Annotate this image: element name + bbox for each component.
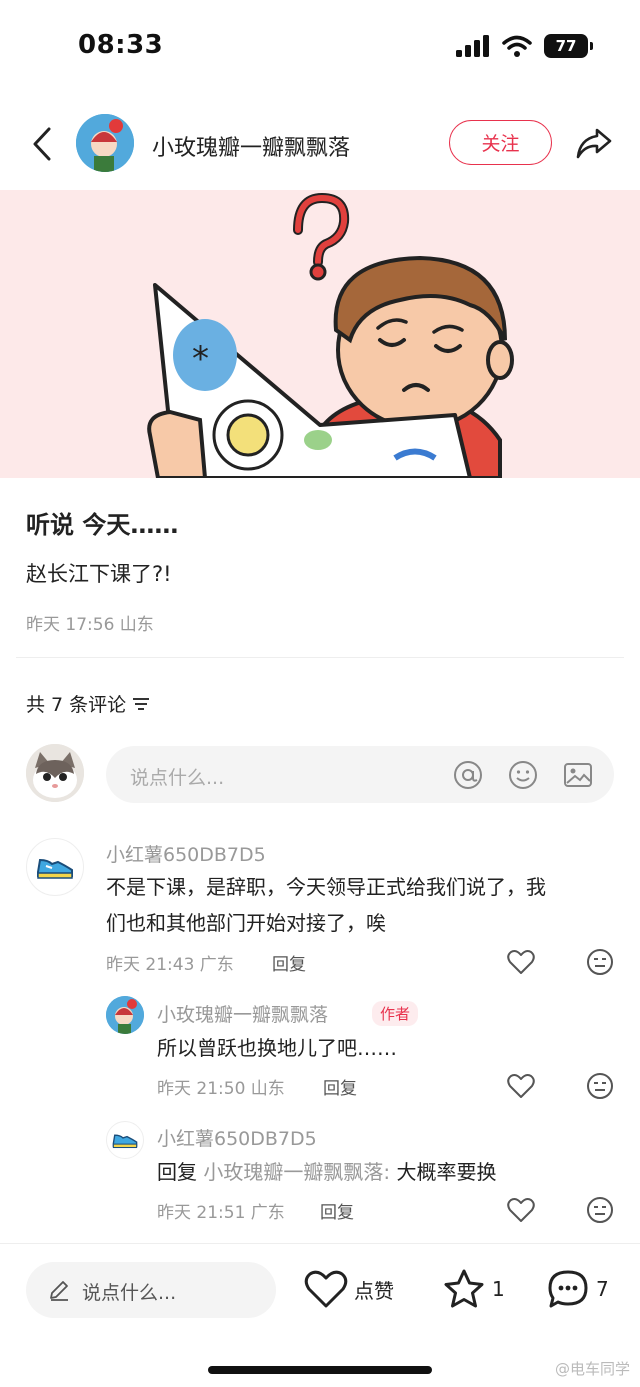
author-reply-avatar[interactable]	[106, 996, 144, 1034]
image-icon[interactable]	[563, 760, 593, 790]
comment-meta: 昨天 21:51 广东	[157, 1203, 285, 1223]
watermark: @电车同学	[554, 1360, 630, 1378]
star-icon	[444, 1269, 484, 1308]
commenter-avatar[interactable]	[106, 1121, 144, 1159]
star-count: 1	[492, 1277, 505, 1301]
status-bar: 08:33 77	[0, 0, 640, 96]
post-header: 小玫瑰瓣一瓣飘飘落 关注	[0, 108, 640, 180]
reply-prefix: 回复	[157, 1160, 197, 1184]
heart-icon[interactable]	[505, 1194, 537, 1226]
author-name[interactable]: 小玫瑰瓣一瓣飘飘落	[152, 130, 350, 162]
divider	[16, 657, 624, 658]
author-badge: 作者	[372, 1001, 419, 1026]
follow-button[interactable]: 关注	[449, 120, 552, 165]
comment-meta: 昨天 21:50 山东	[157, 1079, 285, 1099]
share-icon	[576, 128, 612, 159]
commenter-avatar[interactable]	[26, 838, 84, 896]
bottom-comment-input[interactable]: 说点什么...	[26, 1262, 276, 1318]
comment-text-line: 们也和其他部门开始对接了，唉	[106, 911, 386, 935]
share-button[interactable]	[572, 122, 616, 166]
dislike-face-icon[interactable]	[584, 1194, 616, 1226]
comment-input-placeholder: 说点什么...	[130, 767, 225, 789]
comment-meta: 昨天 21:43 广东	[106, 955, 234, 975]
reply-button[interactable]: 回复	[323, 1074, 357, 1099]
sort-icon	[133, 697, 150, 710]
dislike-face-icon[interactable]	[584, 946, 616, 978]
sneaker-icon	[37, 858, 73, 879]
svg-text:*: *	[192, 339, 209, 379]
comment-button[interactable]: 7	[546, 1266, 609, 1312]
avatar-image	[76, 114, 134, 172]
comment-bubble-icon	[548, 1270, 588, 1308]
heart-icon[interactable]	[505, 1070, 537, 1102]
like-label: 点赞	[354, 1278, 394, 1303]
comment-username[interactable]: 小红薯650DB7D5	[157, 1124, 317, 1151]
comment-count: 7	[596, 1277, 609, 1301]
chevron-left-icon	[33, 127, 51, 161]
reply-button[interactable]: 回复	[272, 950, 306, 975]
home-indicator[interactable]	[208, 1366, 432, 1374]
back-button[interactable]	[24, 122, 60, 166]
comments-count-label: 共 7 条评论	[26, 694, 127, 716]
comment-username[interactable]: 小玫瑰瓣一瓣飘飘落	[157, 1000, 328, 1027]
post-text: 赵长江下课了?!	[26, 562, 172, 586]
emoji-icon[interactable]	[508, 760, 538, 790]
post-image[interactable]: *	[0, 190, 640, 478]
heart-icon[interactable]	[505, 946, 537, 978]
avatar-image	[106, 996, 144, 1034]
comment-text: 所以曾跃也换地儿了吧……	[157, 1036, 397, 1060]
comments-count[interactable]: 共 7 条评论	[26, 690, 150, 717]
post-title: 听说 今天……	[26, 511, 179, 539]
sneaker-icon	[112, 1134, 138, 1149]
signal-icon	[456, 35, 489, 57]
post-meta: 昨天 17:56 山东	[26, 615, 154, 635]
reply-button[interactable]: 回复	[320, 1198, 354, 1223]
like-button[interactable]: 点赞	[304, 1266, 394, 1312]
reply-to-user[interactable]: 小玫瑰瓣一瓣飘飘落:	[203, 1160, 390, 1184]
reply-text: 大概率要换	[396, 1160, 497, 1184]
bottom-input-placeholder: 说点什么...	[82, 1282, 177, 1304]
heart-icon	[304, 1270, 348, 1308]
my-avatar[interactable]	[26, 744, 84, 802]
wifi-icon	[502, 35, 532, 57]
dislike-face-icon[interactable]	[584, 1070, 616, 1102]
battery-icon: 77	[544, 34, 593, 58]
comment-text-line: 不是下课，是辞职，今天领导正式给我们说了，我	[106, 875, 546, 899]
mention-icon[interactable]	[453, 760, 483, 790]
cat-avatar-image	[26, 744, 84, 802]
collect-button[interactable]: 1	[442, 1266, 505, 1312]
comment-text: 回复 小玫瑰瓣一瓣飘飘落: 大概率要换	[157, 1155, 496, 1189]
comment-input[interactable]: 说点什么...	[106, 746, 614, 803]
status-icons: 77	[456, 34, 593, 58]
bottom-divider	[0, 1243, 640, 1244]
confused-boy-illustration: *	[147, 192, 514, 478]
author-avatar[interactable]	[76, 114, 134, 172]
comment-username[interactable]: 小红薯650DB7D5	[106, 840, 266, 867]
status-time: 08:33	[78, 30, 164, 60]
pen-icon	[50, 1281, 68, 1301]
